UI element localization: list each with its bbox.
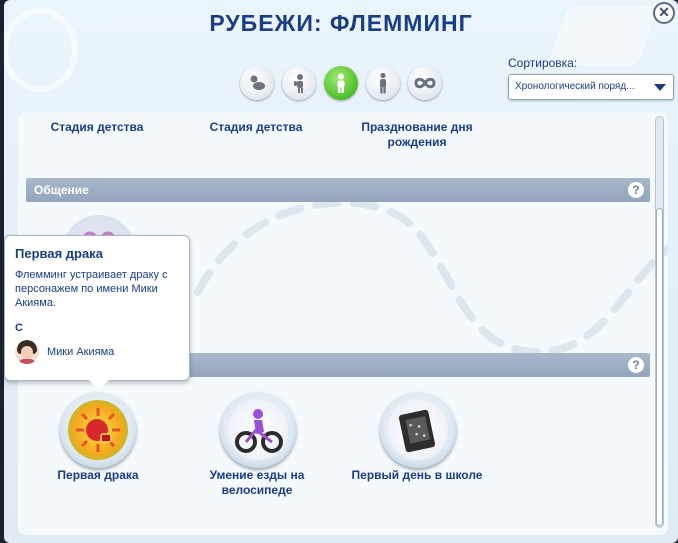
badge-face: [228, 400, 288, 460]
sort-dropdown[interactable]: Хронологический поряд...: [508, 74, 674, 100]
filter-all-ages-button[interactable]: [408, 66, 442, 100]
school-notebook-icon: [398, 409, 436, 453]
toddler-icon: [294, 74, 303, 93]
teen-icon: [380, 72, 386, 94]
milestone-first-fight-badge[interactable]: [60, 392, 136, 468]
tooltip-title: Первая драка: [15, 246, 103, 261]
badge-face: [388, 400, 448, 460]
sort-label: Сортировка:: [508, 56, 578, 70]
filter-teen-button[interactable]: [366, 66, 400, 100]
milestones-window: РУБЕЖИ: ФЛЕММИНГ Сортировка: Хронологиче…: [4, 0, 678, 543]
close-icon: ✕: [658, 4, 670, 20]
window-title: РУБЕЖИ: ФЛЕММИНГ: [209, 10, 473, 36]
fight-icon: [76, 408, 120, 452]
tooltip-person-name: Мики Акияма: [47, 346, 115, 358]
age-filter-bar: [240, 66, 442, 100]
tooltip-description: Флемминг устраивает драку с персонажем п…: [15, 269, 168, 309]
sort-dropdown-value: Хронологический поряд...: [515, 81, 635, 92]
help-icon[interactable]: ?: [628, 182, 644, 198]
milestone-label: Первый день в школе: [351, 468, 483, 482]
scrollbar-thumb[interactable]: [656, 208, 663, 526]
section-title: Общение: [34, 183, 89, 197]
help-icon[interactable]: ?: [628, 357, 644, 373]
baby-icon: [250, 75, 265, 90]
filter-child-button[interactable]: [324, 66, 358, 100]
filter-baby-button[interactable]: [240, 66, 274, 100]
chevron-down-icon: [654, 84, 666, 91]
badge-face: [68, 400, 128, 460]
milestone-label: Первая драка: [57, 468, 139, 482]
milestone-label: Умение езды на велосипеде: [209, 468, 305, 497]
tooltip-person: Мики Акияма: [15, 340, 179, 364]
tooltip-with-label: С: [15, 322, 23, 334]
milestone-first-school-day-badge[interactable]: [380, 392, 456, 468]
tooltip-arrow: [89, 380, 109, 390]
bicycle-icon: [235, 409, 283, 453]
milestone-tooltip: Первая драка Флемминг устраивает драку с…: [4, 235, 190, 390]
infinity-icon: [414, 77, 436, 89]
filter-toddler-button[interactable]: [282, 66, 316, 100]
section-header-social: Общение ?: [26, 178, 650, 202]
avatar: [15, 340, 39, 364]
top-milestone-label: Стадия детства: [50, 120, 144, 134]
top-milestone-label: Празднование дня рождения: [361, 120, 473, 149]
milestone-bicycle-badge[interactable]: [220, 392, 296, 468]
close-button[interactable]: ✕: [653, 2, 675, 24]
child-icon: [337, 73, 345, 93]
top-milestone-label: Стадия детства: [209, 120, 303, 134]
